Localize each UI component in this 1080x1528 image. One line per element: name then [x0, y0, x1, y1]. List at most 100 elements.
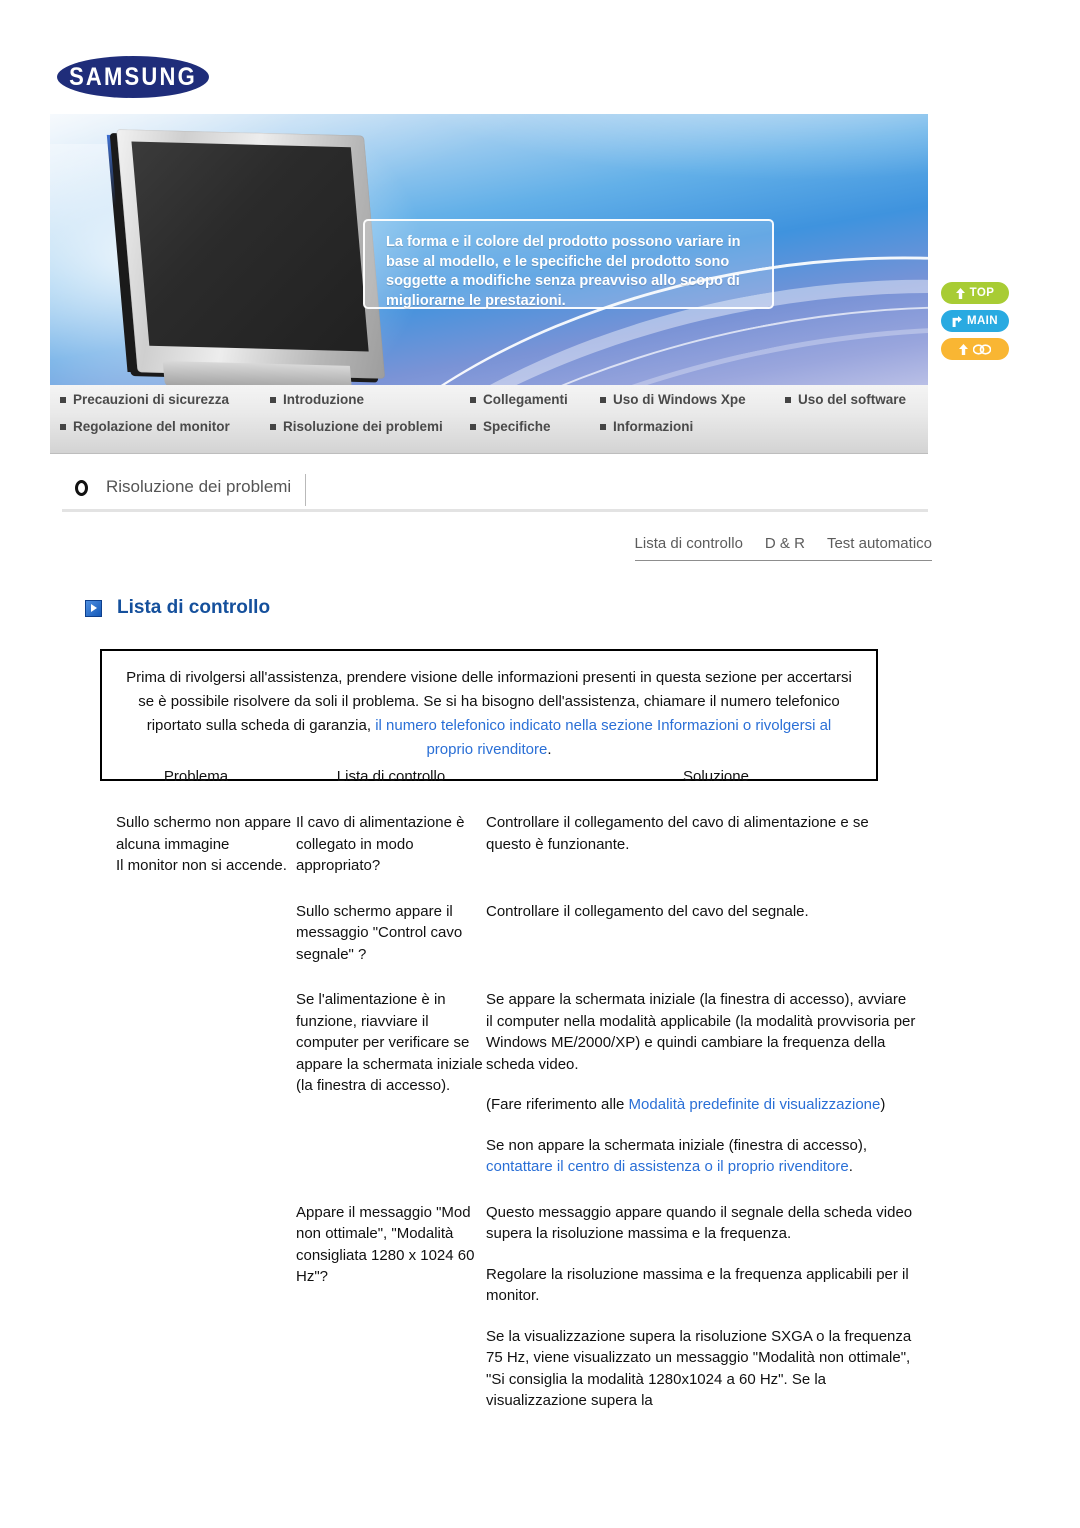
section-title: Risoluzione dei problemi [106, 477, 292, 496]
solution-paragraph: Questo messaggio appare quando il segnal… [486, 1202, 916, 1245]
link-button[interactable] [941, 338, 1009, 360]
solution-text: ) [880, 1096, 886, 1113]
solution-paragraph: Se la visualizzazione supera la risoluzi… [486, 1326, 916, 1412]
solution-paragraph: Regolare la risoluzione massima e la fre… [486, 1264, 916, 1307]
bullet-square-icon [60, 396, 66, 403]
row-spacer [116, 1178, 916, 1202]
link-rings-icon [973, 343, 991, 355]
nav-item-label: Uso di Windows Xpe [613, 392, 746, 407]
main-navigation-bar: Precauzioni di sicurezza Introduzione Coll… [50, 385, 928, 454]
cell-solution: Controllare il collegamento del cavo di … [486, 812, 916, 877]
table-body: Sullo schermo non appare alcuna immagine… [116, 812, 916, 1436]
table-header-row: Problema Lista di controllo Soluzione [116, 768, 916, 812]
col-header-problem: Problema [163, 768, 229, 785]
bullet-square-icon [470, 396, 476, 403]
cell-solution: Controllare il collegamento del cavo del… [486, 901, 916, 966]
notice-link[interactable]: il numero telefonico indicato nella sezi… [375, 717, 831, 758]
table-row: Sullo schermo non appare alcuna immagine… [116, 812, 916, 877]
logo-ellipse: SAMSUNG [57, 56, 209, 98]
solution-paragraph: Se appare la schermata iniziale (la fine… [486, 989, 916, 1075]
solution-text: Controllare il collegamento del cavo di … [486, 814, 869, 853]
nav-collegamenti[interactable]: Collegamenti [470, 392, 568, 407]
solution-text: Regolare la risoluzione massima e la fre… [486, 1265, 909, 1305]
nav-item-label: Uso del software [798, 392, 907, 407]
table-row: Sullo schermo appare il messaggio "Contr… [116, 901, 916, 966]
monitor-base [162, 360, 353, 385]
nav-specifiche[interactable]: Specifiche [470, 419, 551, 434]
nav-risoluzione[interactable]: Risoluzione dei problemi [270, 419, 443, 434]
solution-paragraph: Controllare il collegamento del cavo del… [486, 901, 916, 923]
page-title: Lista di controllo [117, 597, 271, 618]
hero-disclaimer-box: La forma e il colore del prodotto posson… [363, 219, 774, 309]
info-notice-box: Prima di rivolgersi all'assistenza, pren… [100, 649, 878, 781]
solution-text: Se non appare la schermata iniziale (fin… [486, 1136, 868, 1154]
tab-3[interactable]: Test automatico [827, 535, 932, 552]
solution-paragraph: Se non appare la schermata iniziale (fin… [486, 1135, 916, 1178]
nav-item-label: Introduzione [283, 392, 364, 407]
monitor-bezel [116, 129, 386, 379]
solution-paragraph: Controllare il collegamento del cavo di … [486, 812, 916, 855]
col-header-solution: Soluzione [683, 768, 749, 785]
nav-row-1: Precauzioni di sicurezza Introduzione Coll… [50, 392, 928, 417]
bullet-square-icon [470, 423, 476, 430]
solution-link[interactable]: Modalità predefinite di visualizzazione [629, 1096, 881, 1113]
sub-tabs: Lista di controllo D & R Test automatico [634, 535, 932, 561]
nav-informazioni[interactable]: Informazioni [600, 419, 693, 434]
hero-disclaimer-text: La forma e il colore del prodotto posson… [386, 234, 741, 309]
cell-checklist: Se l'alimentazione è in funzione, riavvi… [296, 991, 483, 1094]
bullet-square-icon [600, 396, 606, 403]
notice-paragraph: Prima di rivolgersi all'assistenza, pren… [124, 666, 854, 762]
top-button[interactable]: TOP [941, 282, 1009, 304]
main-button-label: MAIN [967, 315, 998, 327]
solution-text: Se la visualizzazione supera la risoluzi… [486, 1327, 912, 1410]
hero-banner: La forma e il colore del prodotto posson… [50, 114, 928, 385]
logo-text: SAMSUNG [69, 62, 197, 91]
cell-checklist: Il cavo di alimentazione è collegato in … [296, 814, 465, 874]
solution-text: Se appare la schermata iniziale (la fine… [486, 991, 916, 1073]
nav-regolazione[interactable]: Regolazione del monitor [60, 419, 230, 434]
nav-item-label: Informazioni [613, 419, 694, 434]
nav-item-label: Regolazione del monitor [73, 419, 230, 434]
nav-precauzioni[interactable]: Precauzioni di sicurezza [60, 392, 229, 407]
arrow-up-icon [955, 287, 965, 299]
nav-item-label: Specifiche [483, 419, 551, 434]
nav-item-label: Precauzioni di sicurezza [73, 392, 230, 407]
solution-text: Controllare il collegamento del cavo del… [486, 902, 809, 920]
nav-row-2: Regolazione del monitor Risoluzione dei p… [50, 419, 928, 444]
cell-problem [116, 901, 296, 966]
cell-problem: Sullo schermo non appare alcuna immagine… [116, 814, 292, 874]
main-button[interactable]: MAIN [941, 310, 1009, 332]
monitor-screen [131, 141, 369, 352]
notice-text-part2: . [547, 741, 552, 758]
arrow-up-icon [959, 343, 968, 355]
solution-link[interactable]: contattare il centro di assistenza o il … [486, 1158, 849, 1175]
side-quick-buttons: TOP MAIN [941, 282, 1009, 366]
cell-checklist: Sullo schermo appare il messaggio "Contr… [296, 902, 463, 963]
monitor-product-image [106, 129, 389, 385]
section-divider [305, 474, 306, 506]
play-square-icon [85, 599, 102, 617]
cell-solution: Se appare la schermata iniziale (la fine… [486, 989, 916, 1178]
top-button-label: TOP [969, 287, 995, 299]
nav-windows-xpe[interactable]: Uso di Windows Xpe [600, 392, 746, 407]
bullet-square-icon [270, 423, 276, 430]
samsung-logo: SAMSUNG [57, 56, 209, 98]
tab-1[interactable]: Lista di controllo [635, 535, 743, 552]
nav-introduzione[interactable]: Introduzione [270, 392, 364, 407]
row-spacer [116, 965, 916, 989]
bullet-square-icon [785, 396, 791, 403]
section-header: Risoluzione dei problemi [62, 472, 928, 512]
row-spacer [116, 1412, 916, 1436]
solution-text: Questo messaggio appare quando il segnal… [486, 1203, 913, 1243]
bullet-square-icon [60, 423, 66, 430]
table-row: Se l'alimentazione è in funzione, riavvi… [116, 989, 916, 1178]
bullet-square-icon [600, 423, 606, 430]
cell-solution: Questo messaggio appare quando il segnal… [486, 1202, 916, 1412]
ring-icon [75, 480, 88, 496]
solution-text: . [848, 1158, 853, 1175]
tab-2[interactable]: D & R [765, 535, 805, 552]
bullet-square-icon [270, 396, 276, 403]
nav-software[interactable]: Uso del software [785, 392, 906, 407]
row-spacer [116, 877, 916, 901]
page-heading: Lista di controllo [85, 597, 270, 619]
